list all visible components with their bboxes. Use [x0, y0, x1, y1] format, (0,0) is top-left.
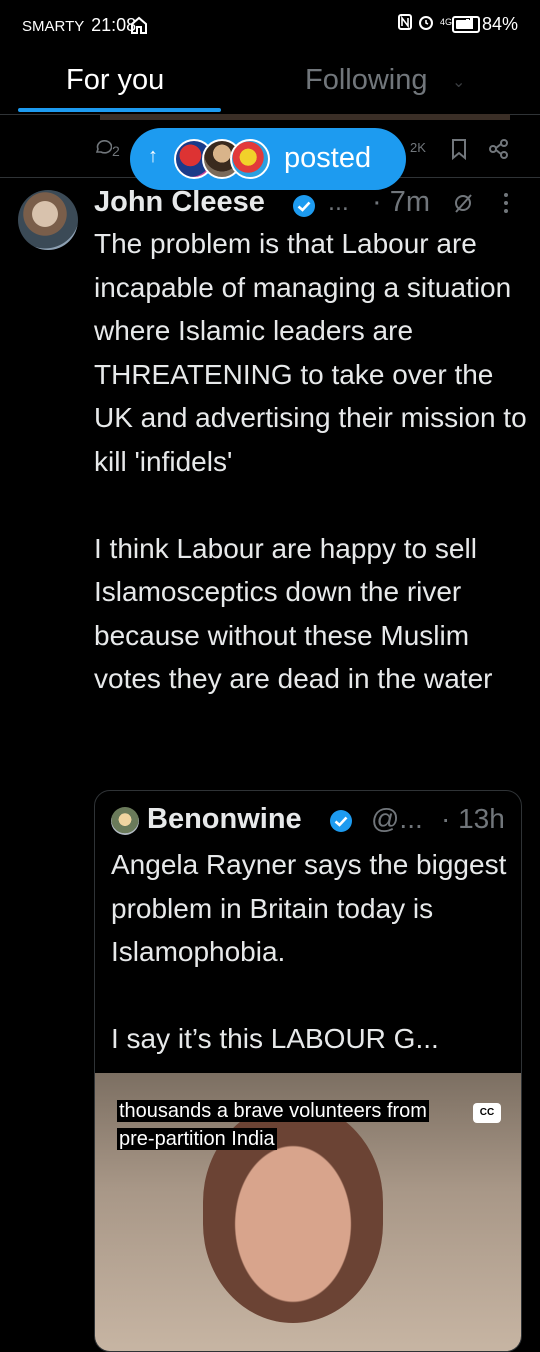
caption-line: thousands a brave volunteers from	[117, 1100, 429, 1122]
comment-icon	[95, 140, 113, 154]
avatar	[111, 807, 139, 835]
active-tab-indicator	[18, 108, 221, 112]
comment-count: 2	[112, 143, 120, 159]
quoted-post-time: · 13h	[441, 803, 505, 834]
quoted-author-name: Benonwine	[147, 803, 302, 835]
quoted-video[interactable]: thousands a brave volunteers from pre-pa…	[95, 1073, 521, 1351]
arrow-up-icon: ↑	[148, 145, 158, 167]
share-icon[interactable]	[488, 138, 510, 160]
battery-percent: 84%	[482, 14, 519, 34]
nfc-icon	[398, 14, 412, 30]
new-posts-pill[interactable]: ↑ posted	[130, 128, 406, 190]
avatar	[230, 139, 270, 179]
cc-icon[interactable]: CC	[473, 1103, 501, 1123]
carrier-name: SMARTY	[22, 18, 84, 35]
verified-icon	[330, 810, 352, 832]
author-name[interactable]: John Cleese	[94, 186, 265, 219]
comment-button[interactable]: 2	[94, 138, 120, 159]
previous-post-media[interactable]	[100, 114, 510, 120]
carrier: SMARTY 21:08	[22, 15, 136, 36]
quoted-post-text: Angela Rayner says the biggest problem i…	[111, 849, 507, 1054]
chevron-down-icon[interactable]: ⌄	[452, 72, 465, 92]
video-caption: thousands a brave volunteers from pre-pa…	[117, 1097, 429, 1153]
verified-icon	[293, 195, 315, 217]
grok-icon[interactable]	[452, 192, 474, 214]
status-bar: SMARTY 21:08 4G 84%	[0, 0, 540, 52]
view-count: 2K	[410, 140, 426, 155]
timeline-tabs: For you Following ⌄	[0, 52, 540, 114]
author-handle: ...	[328, 188, 349, 216]
home-icon	[131, 16, 147, 34]
tab-following[interactable]: Following	[305, 64, 428, 97]
tab-for-you[interactable]: For you	[66, 64, 164, 97]
more-icon[interactable]	[502, 192, 510, 214]
quoted-post[interactable]: Benonwine @... · 13h Angela Rayner says …	[94, 790, 522, 1352]
network-label: 4G	[440, 17, 453, 27]
bookmark-icon[interactable]	[450, 138, 468, 160]
post-time[interactable]: · 7m	[372, 186, 430, 219]
caption-line: pre-partition India	[117, 1128, 277, 1150]
quoted-author-handle: @...	[371, 803, 423, 834]
avatar[interactable]	[18, 190, 78, 250]
posted-label: posted	[284, 142, 372, 174]
alarm-icon	[419, 16, 433, 30]
post-text: The problem is that Labour are incapable…	[94, 228, 527, 694]
battery-icon	[452, 16, 480, 33]
